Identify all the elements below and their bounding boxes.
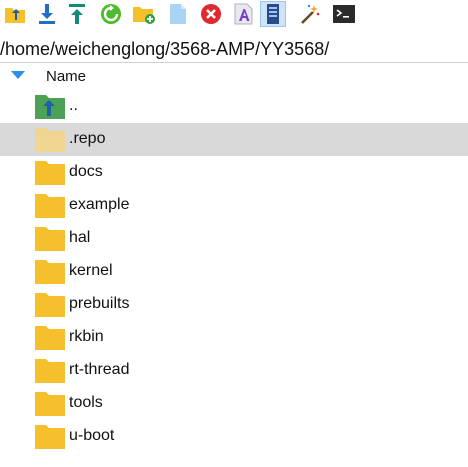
list-item[interactable]: rt-thread [0, 354, 468, 387]
toolbar [0, 0, 468, 29]
parent-folder-icon [5, 8, 25, 23]
folder-icon [34, 158, 66, 186]
folder-icon [34, 389, 66, 417]
list-item[interactable]: .. [0, 90, 468, 123]
terminal-icon [333, 5, 355, 23]
folder-icon [34, 356, 66, 384]
list-item[interactable]: u-boot [0, 420, 468, 453]
list-item-label: tools [69, 394, 103, 411]
list-item[interactable]: .repo [0, 123, 468, 156]
list-item-label: u-boot [69, 427, 115, 444]
list-item[interactable]: hal [0, 222, 468, 255]
list-header: Name [0, 64, 468, 90]
folder-icon [34, 125, 66, 153]
list-item-label: rt-thread [69, 361, 130, 378]
rename-button[interactable] [231, 1, 257, 27]
parent-directory-icon [34, 92, 66, 120]
path-bar[interactable]: /home/weichenglong/3568-AMP/YY3568/ [0, 33, 468, 63]
folder-icon [34, 257, 66, 285]
column-header-name[interactable]: Name [46, 68, 86, 85]
list-item-label: .repo [69, 130, 106, 147]
folder-icon [34, 290, 66, 318]
list-item[interactable]: tools [0, 387, 468, 420]
new-file-button[interactable] [165, 1, 191, 27]
rename-icon [234, 3, 253, 25]
properties-button[interactable] [260, 1, 286, 27]
magic-wand-button[interactable] [297, 1, 323, 27]
properties-icon [267, 4, 279, 24]
magic-wand-icon [301, 4, 320, 24]
delete-button[interactable] [198, 1, 224, 27]
new-file-icon [170, 4, 186, 24]
refresh-icon [101, 4, 121, 24]
refresh-button[interactable] [98, 1, 124, 27]
current-path[interactable]: /home/weichenglong/3568-AMP/YY3568/ [0, 39, 329, 60]
list-item[interactable]: rkbin [0, 321, 468, 354]
list-item-label: .. [69, 97, 78, 114]
folder-icon [34, 422, 66, 450]
upload-icon [69, 4, 85, 24]
list-item[interactable]: example [0, 189, 468, 222]
delete-icon [201, 4, 221, 24]
parent-folder-button[interactable] [2, 1, 28, 27]
folder-icon [34, 323, 66, 351]
list-item-label: prebuilts [69, 295, 130, 312]
folder-icon [34, 191, 66, 219]
list-item-label: kernel [69, 262, 113, 279]
list-item-label: hal [69, 229, 91, 246]
download-button[interactable] [34, 1, 60, 27]
folder-icon [34, 224, 66, 252]
terminal-button[interactable] [331, 1, 357, 27]
upload-button[interactable] [64, 1, 90, 27]
new-folder-button[interactable] [131, 1, 157, 27]
list-item[interactable]: kernel [0, 255, 468, 288]
download-icon [39, 4, 55, 24]
list-item-label: example [69, 196, 130, 213]
list-item[interactable]: docs [0, 156, 468, 189]
list-item-label: rkbin [69, 328, 104, 345]
list-item-label: docs [69, 163, 103, 180]
list-item[interactable]: prebuilts [0, 288, 468, 321]
new-folder-icon [133, 7, 155, 24]
sort-descending-icon[interactable] [11, 71, 25, 79]
